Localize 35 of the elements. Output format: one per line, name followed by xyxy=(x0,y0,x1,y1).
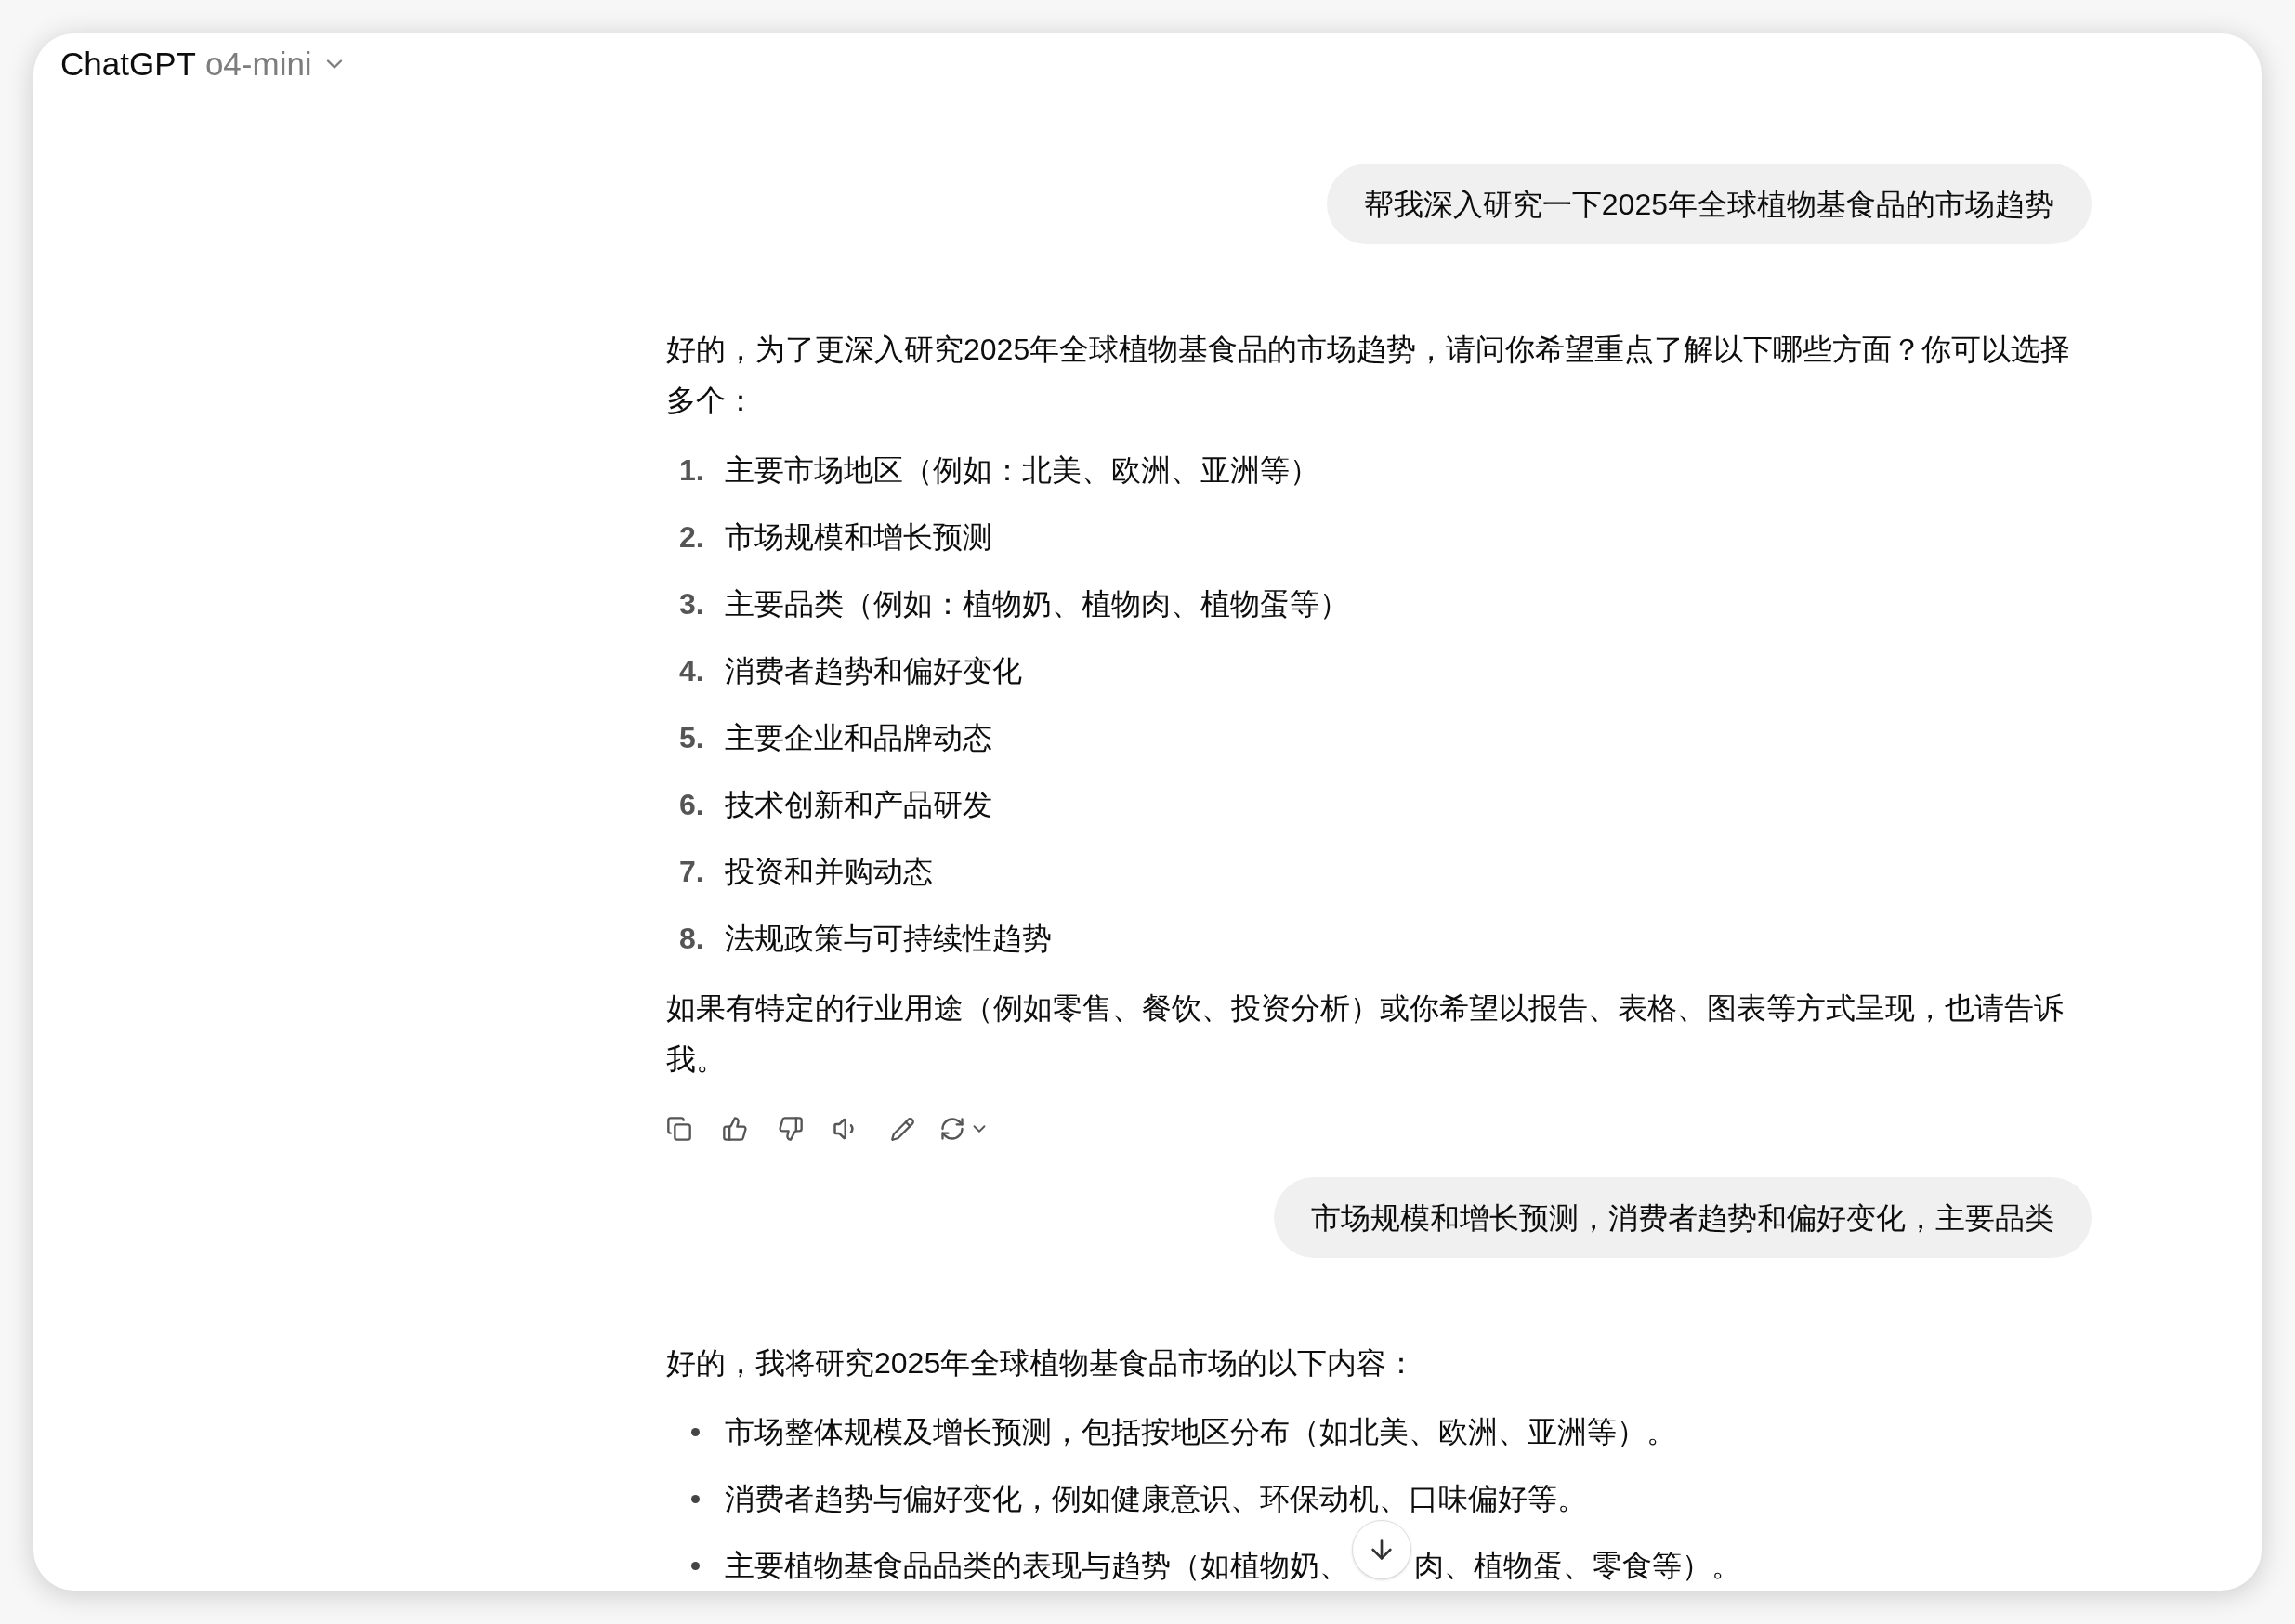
thumbs-down-icon xyxy=(778,1116,804,1142)
bullet-icon xyxy=(691,1495,700,1503)
list-number: 2. xyxy=(678,519,705,556)
list-item-text: 主要市场地区（例如：北美、欧洲、亚洲等） xyxy=(725,452,1319,489)
list-number: 1. xyxy=(678,452,705,489)
user-message-bubble: 市场规模和增长预测，消费者趋势和偏好变化，主要品类 xyxy=(1274,1177,2092,1258)
list-number: 4. xyxy=(678,653,705,689)
list-item-text: 主要植物基食品品类的表现与趋势（如植物奶、 xyxy=(725,1548,1349,1584)
list-item-text: 法规政策与可持续性趋势 xyxy=(725,921,1052,957)
list-item-text: 主要品类（例如：植物奶、植物肉、植物蛋等） xyxy=(725,586,1349,622)
list-item-text: 投资和并购动态 xyxy=(725,854,933,890)
refresh-icon xyxy=(939,1116,965,1142)
list-number: 6. xyxy=(678,787,705,823)
thumbs-up-icon xyxy=(722,1116,748,1142)
list-item-text: 市场整体规模及增长预测，包括按地区分布（如北美、欧洲、亚洲等）。 xyxy=(725,1414,1676,1450)
list-number: 5. xyxy=(678,720,705,756)
model-selector[interactable]: ChatGPT o4-mini xyxy=(60,39,348,89)
reply-paragraph: 如果有特定的行业用途（例如零售、餐饮、投资分析）或你希望以报告、表格、图表等方式呈现，也请告诉我。 xyxy=(666,990,2065,1078)
bullet-icon xyxy=(691,1562,700,1570)
list-item-text: 市场规模和增长预测 xyxy=(725,519,992,556)
list-item-text: 消费者趋势和偏好变化 xyxy=(725,653,1022,689)
list-number: 7. xyxy=(678,854,705,890)
list-number: 3. xyxy=(678,586,705,622)
reply-paragraph: 好的，为了更深入研究2025年全球植物基食品的市场趋势，请问你希望重点了解以下哪些方面？你可以选择多个： xyxy=(666,332,2072,419)
reply-paragraph: 好的，我将研究2025年全球植物基食品市场的以下内容： xyxy=(666,1345,1418,1382)
pencil-icon xyxy=(889,1116,915,1142)
list-item-text: 技术创新和产品研发 xyxy=(725,787,992,823)
copy-icon xyxy=(666,1116,692,1142)
user-message-bubble: 帮我深入研究一下2025年全球植物基食品的市场趋势 xyxy=(1326,164,2092,244)
list-item-text: 肉、植物蛋、零食等）。 xyxy=(1414,1548,1741,1584)
list-item-text: 消费者趋势与偏好变化，例如健康意识、环保动机、口味偏好等。 xyxy=(725,1481,1587,1517)
list-item-text: 主要企业和品牌动态 xyxy=(725,720,992,756)
bullet-icon xyxy=(691,1428,700,1436)
list-number: 8. xyxy=(678,921,705,957)
scroll-down-button[interactable] xyxy=(1352,1520,1411,1579)
